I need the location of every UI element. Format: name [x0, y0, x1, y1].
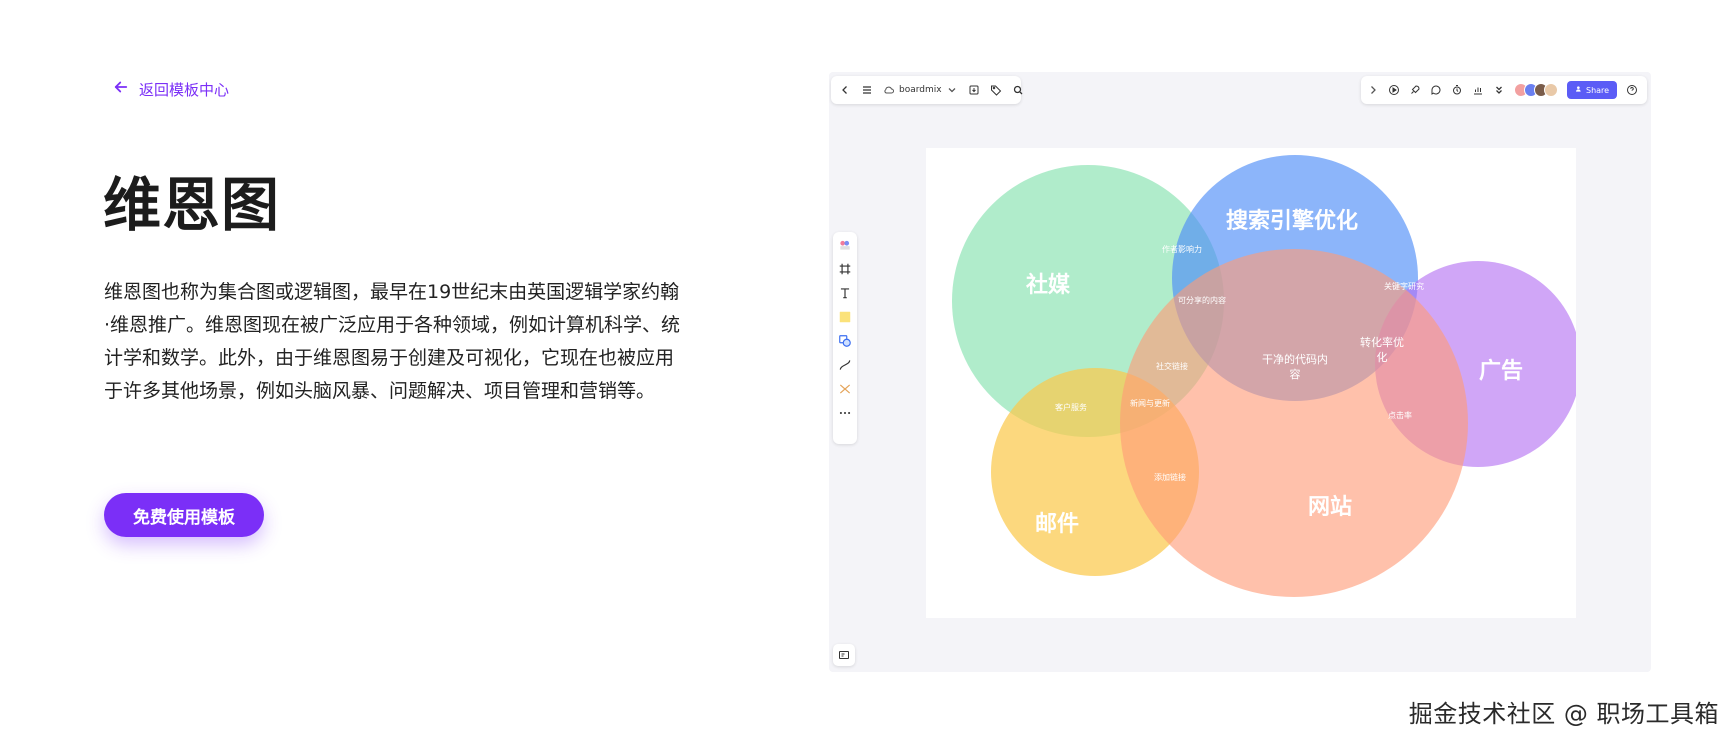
- top-left-toolbar: boardmix: [831, 76, 1024, 104]
- overlap-author-influence: 作者影响力: [1162, 244, 1202, 254]
- brand-name: boardmix: [899, 85, 942, 95]
- overlap-social-links: 社交链接: [1156, 361, 1188, 371]
- avatar: [1544, 83, 1558, 97]
- watermark: 掘金技术社区 @ 职场工具箱: [1408, 700, 1719, 728]
- venn-label-social: 社媒: [1026, 272, 1071, 298]
- download-icon[interactable]: [968, 84, 980, 96]
- sticky-note-icon[interactable]: [838, 310, 852, 324]
- menu-icon[interactable]: [861, 84, 873, 96]
- shape-icon[interactable]: [838, 334, 852, 348]
- rocket-icon[interactable]: [1409, 84, 1421, 96]
- double-chevron-down-icon[interactable]: [1493, 84, 1505, 96]
- frame-icon[interactable]: [838, 262, 852, 276]
- overlap-customer-service: 客户服务: [1055, 402, 1087, 412]
- overlap-clean-code-line1: 干净的代码内: [1262, 352, 1328, 366]
- brand-switcher[interactable]: boardmix: [883, 84, 958, 96]
- overlap-clean-code-line2: 容: [1290, 367, 1301, 381]
- help-icon[interactable]: [1626, 84, 1638, 96]
- minimap-icon: [838, 649, 850, 661]
- chevron-right-icon[interactable]: [1367, 84, 1379, 96]
- use-template-button[interactable]: 免费使用模板: [104, 493, 264, 537]
- venn-label-seo: 搜索引擎优化: [1226, 208, 1358, 234]
- search-icon[interactable]: [1012, 84, 1024, 96]
- overlap-conversion-line2: 化: [1377, 350, 1388, 364]
- more-icon[interactable]: [838, 406, 852, 420]
- comment-icon[interactable]: [1430, 84, 1442, 96]
- back-link-label: 返回模板中心: [139, 80, 230, 99]
- overlap-add-ads: 添加链接: [1154, 472, 1186, 482]
- chart-icon[interactable]: [1472, 84, 1484, 96]
- arrow-left-icon: [112, 78, 130, 100]
- overlap-keyword-research: 关键字研究: [1384, 281, 1424, 291]
- venn-diagram-board[interactable]: 社媒 搜索引擎优化 广告 邮件 网站 作者影响力 可分享的内容 关键字研究 干净…: [926, 148, 1576, 618]
- venn-label-email: 邮件: [1035, 512, 1079, 537]
- user-plus-icon: [1575, 85, 1583, 95]
- venn-label-ads: 广告: [1479, 358, 1523, 384]
- page-title: 维恩图: [103, 171, 281, 239]
- overlap-click-rate: 点击率: [1388, 410, 1412, 420]
- template-library-icon[interactable]: [838, 238, 852, 252]
- overlap-shareable-content: 可分享的内容: [1178, 295, 1226, 305]
- share-button[interactable]: Share: [1567, 81, 1618, 99]
- overlap-conversion-line1: 转化率优: [1360, 335, 1404, 349]
- left-tool-palette: [833, 232, 857, 444]
- chevron-left-icon[interactable]: [839, 84, 851, 96]
- overlap-news-updates: 新闻与更新: [1130, 398, 1170, 408]
- share-button-label: Share: [1586, 85, 1610, 95]
- tag-icon[interactable]: [990, 84, 1002, 96]
- play-icon[interactable]: [1388, 84, 1400, 96]
- collaborator-avatars[interactable]: [1514, 83, 1558, 97]
- chevron-down-icon: [946, 84, 958, 96]
- template-description: 维恩图也称为集合图或逻辑图，最早在19世纪末由英国逻辑学家约翰·维恩推广。维恩图…: [104, 281, 681, 402]
- venn-diagram: 社媒 搜索引擎优化 广告 邮件 网站 作者影响力 可分享的内容 关键字研究 干净…: [952, 155, 1576, 597]
- venn-circle-website[interactable]: [1120, 249, 1468, 597]
- back-to-templates-link[interactable]: 返回模板中心: [112, 78, 229, 100]
- mindmap-icon[interactable]: [838, 382, 852, 396]
- venn-label-website: 网站: [1308, 495, 1352, 520]
- text-icon[interactable]: [838, 286, 852, 300]
- template-preview: boardmix Share 社媒 搜索引擎优化 广告 邮件 网站 作者影响力 …: [829, 72, 1651, 672]
- connector-icon[interactable]: [838, 358, 852, 372]
- timer-icon[interactable]: [1451, 84, 1463, 96]
- minimap-button[interactable]: [833, 644, 855, 666]
- top-right-toolbar: Share: [1361, 76, 1647, 104]
- cloud-icon: [883, 84, 895, 96]
